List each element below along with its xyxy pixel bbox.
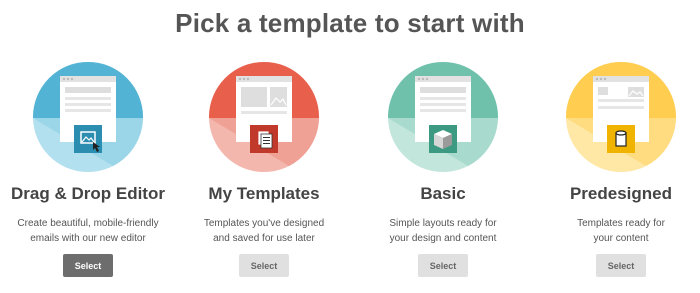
card-description: Templates you've designed and saved for … xyxy=(176,216,352,246)
card-basic[interactable]: Basic Simple layouts ready for your desi… xyxy=(355,62,531,277)
card-title: Drag & Drop Editor xyxy=(11,184,165,203)
template-illustration xyxy=(33,62,143,172)
select-button[interactable]: Select xyxy=(596,254,646,277)
select-button[interactable]: Select xyxy=(239,254,289,277)
description-line: emails with our new editor xyxy=(30,233,146,244)
description-line: Simple layouts ready for xyxy=(389,218,497,229)
card-illustration xyxy=(533,62,700,172)
page-title: Pick a template to start with xyxy=(175,8,525,38)
card-title: Basic xyxy=(420,184,466,203)
description-line: Templates ready for xyxy=(577,218,665,229)
template-picker: Pick a template to start with Drag & Dro… xyxy=(0,0,700,293)
card-description: Create beautiful, mobile-friendly emails… xyxy=(0,216,176,246)
select-button[interactable]: Select xyxy=(418,254,468,277)
card-my-templates[interactable]: My Templates Templates you've designed a… xyxy=(176,62,352,277)
description-line: Create beautiful, mobile-friendly xyxy=(17,218,159,229)
card-description: Simple layouts ready for your design and… xyxy=(355,216,531,246)
card-title: My Templates xyxy=(208,184,320,203)
description-line: your content xyxy=(593,233,649,244)
card-drag-drop-editor[interactable]: Drag & Drop Editor Create beautiful, mob… xyxy=(0,62,176,277)
template-illustration xyxy=(209,62,319,172)
select-button[interactable]: Select xyxy=(63,254,113,277)
template-illustration xyxy=(566,62,676,172)
card-title: Predesigned xyxy=(569,184,673,203)
description-line: Templates you've designed xyxy=(203,218,325,229)
card-illustration xyxy=(176,62,352,172)
card-predesigned[interactable]: Predesigned Templates ready for your con… xyxy=(533,62,700,277)
description-line: your design and content xyxy=(389,233,497,244)
template-illustration xyxy=(388,62,498,172)
card-description: Templates ready for your content xyxy=(533,216,700,246)
card-illustration xyxy=(0,62,176,172)
card-illustration xyxy=(355,62,531,172)
description-line: and saved for use later xyxy=(213,233,315,244)
